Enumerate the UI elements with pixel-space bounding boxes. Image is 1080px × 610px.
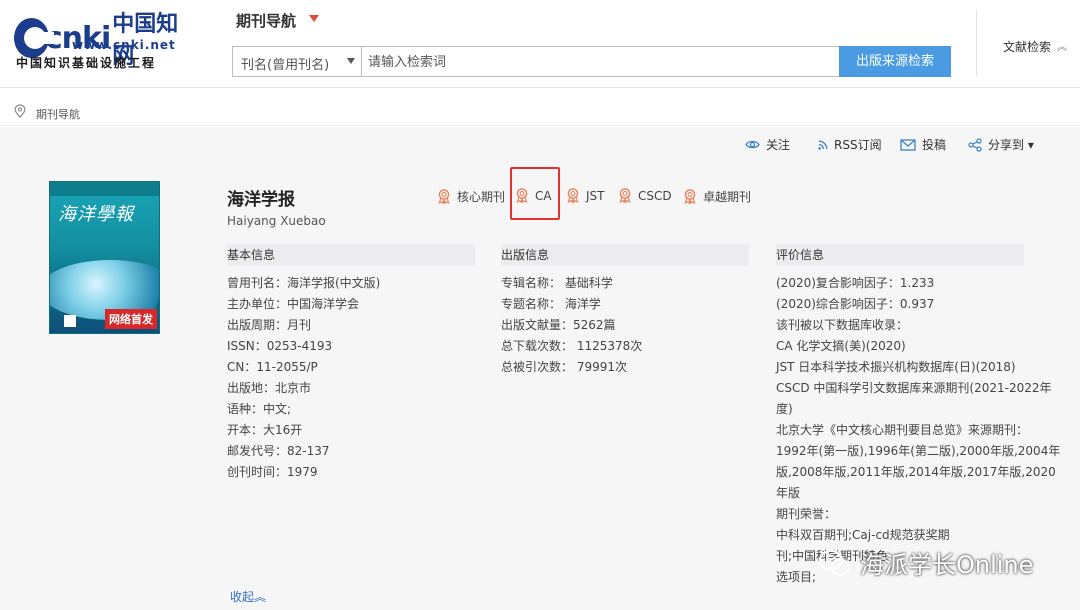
collapse-link[interactable]: 收起︽	[230, 588, 266, 605]
badge-label: 核心期刊	[457, 190, 506, 204]
eval-info-row: 度)	[776, 402, 793, 416]
logo-url: www.cnki.net	[72, 38, 176, 52]
journal-nav-title[interactable]: 期刊导航	[236, 10, 296, 31]
badge-core-journal: 核心期刊	[437, 188, 505, 205]
share-icon	[968, 137, 982, 152]
header: cnki 中国知网 www.cnki.net 中国知识基础设施工程 期刊导航 刊…	[0, 0, 1080, 88]
publish-info-row: 出版文献量：5262篇	[501, 318, 616, 332]
publish-info-row: 专辑名称： 基础科学	[501, 276, 613, 290]
award-ribbon-icon	[619, 188, 631, 203]
wechat-icon	[819, 549, 850, 575]
basic-info-row: 曾用刊名：海洋学报(中文版)	[227, 276, 381, 290]
journal-title: 海洋学报	[227, 190, 295, 210]
submit-label: 投稿	[922, 138, 947, 152]
eval-info-row: (2020)复合影响因子：1.233	[776, 276, 935, 290]
basic-info-row: 主办单位：中国海洋学会	[227, 297, 360, 311]
award-ribbon-icon	[684, 189, 696, 204]
journal-cover-image: 海洋學報 网络首发	[49, 181, 160, 334]
chevron-up-icon[interactable]: ︽	[1057, 38, 1067, 53]
basic-info-row: 邮发代号：82-137	[227, 444, 330, 458]
basic-info-row: CN：11-2055/P	[227, 360, 318, 374]
publish-info-row: 总下载次数： 1125378次	[501, 339, 643, 353]
eval-info-row: 选项目;	[776, 570, 817, 584]
ca-highlight-box	[510, 167, 560, 220]
basic-info-row: 出版周期：月刊	[227, 318, 312, 332]
basic-info-row: ISSN：0253-4193	[227, 339, 333, 353]
cnki-logo[interactable]: cnki 中国知网 www.cnki.net 中国知识基础设施工程	[14, 6, 189, 70]
breadcrumb: 期刊导航	[0, 98, 1080, 126]
watermark-text: 海派学长Online	[860, 551, 1034, 579]
location-pin-icon	[14, 104, 26, 118]
search-field-select-value: 刊名(曾用刊名)	[241, 58, 330, 73]
journal-detail-panel: 关注 RSS订阅 投稿 分享到 ▾ 海洋學報 网络首发 海洋学报 Haiyang…	[0, 127, 1080, 610]
source-search-button[interactable]: 出版来源检索	[839, 46, 951, 77]
rss-label: RSS订阅	[834, 138, 882, 152]
mail-icon	[900, 138, 916, 151]
basic-info-row: 开本：大16开	[227, 423, 303, 437]
eval-info-row: 该刊被以下数据库收录：	[776, 318, 909, 332]
publish-info-row: 总被引次数： 79991次	[501, 360, 627, 374]
cover-stamp: 网络首发	[105, 309, 157, 329]
badge-cscd: CSCD	[618, 188, 672, 203]
eval-info-row: 北京大学《中文核心期刊要目总览》来源期刊：	[776, 423, 1029, 437]
share-button[interactable]: 分享到 ▾	[968, 136, 1034, 153]
basic-info-row: 出版地：北京市	[227, 381, 312, 395]
badge-label: 卓越期刊	[703, 190, 752, 204]
select-arrow-icon	[347, 58, 355, 64]
breadcrumb-item[interactable]: 期刊导航	[36, 106, 80, 122]
logo-c-mark	[14, 18, 54, 58]
rss-icon	[818, 140, 828, 150]
follow-button[interactable]: 关注	[745, 136, 790, 153]
search-field-select[interactable]: 刊名(曾用刊名)	[232, 46, 362, 77]
eval-info-row: (2020)综合影响因子：0.937	[776, 297, 935, 311]
publish-info-heading: 出版信息	[501, 244, 749, 266]
badge-label: JST	[586, 188, 605, 203]
eval-info-row: CSCD 中国科学引文数据库来源期刊(2021-2022年	[776, 381, 1052, 395]
eval-info-heading: 评价信息	[776, 244, 1024, 266]
basic-info-row: 创刊时间：1979	[227, 465, 318, 479]
basic-info-row: 语种：中文;	[227, 402, 292, 416]
submit-manuscript-button[interactable]: 投稿	[900, 136, 946, 153]
eval-info-row: 中科双百期刊;Caj-cd规范获奖期	[776, 528, 950, 542]
publish-info-row: 专题名称： 海洋学	[501, 297, 601, 311]
logo-subtitle: 中国知识基础设施工程	[16, 56, 157, 70]
badge-excellent-journal: 卓越期刊	[683, 188, 751, 205]
caret-down-icon[interactable]	[309, 15, 319, 22]
cover-band	[50, 182, 159, 196]
follow-label: 关注	[766, 138, 791, 152]
badge-label: CSCD	[638, 188, 672, 203]
eval-info-row: JST 日本科学技术振兴机构数据库(日)(2018)	[776, 360, 1016, 374]
eye-icon	[745, 140, 760, 149]
wechat-watermark: 海派学长Online	[818, 545, 1033, 580]
search-input[interactable]	[362, 46, 840, 77]
eval-info-row: CA 化学文摘(美)(2020)	[776, 339, 906, 353]
basic-info-heading: 基本信息	[227, 244, 475, 266]
badge-jst: JST	[566, 188, 605, 203]
eval-info-row: 版,2008年版,2011年版,2014年版,2017年版,2020	[776, 465, 1056, 479]
eval-info-row: 期刊荣誉：	[776, 507, 837, 521]
award-ribbon-icon	[438, 189, 450, 204]
literature-search-link[interactable]: 文献检索	[1003, 38, 1051, 55]
eval-info-row: 年版	[776, 486, 801, 500]
journal-pinyin: Haiyang Xuebao	[227, 214, 326, 228]
header-divider	[976, 10, 977, 76]
rss-button[interactable]: RSS订阅	[818, 136, 882, 153]
eval-info-row: 1992年(第一版),1996年(第二版),2000年版,2004年	[776, 444, 1061, 458]
award-ribbon-icon	[567, 188, 579, 203]
cover-title: 海洋學報	[58, 204, 134, 225]
qr-code-icon	[64, 315, 76, 327]
share-label: 分享到 ▾	[988, 138, 1034, 152]
